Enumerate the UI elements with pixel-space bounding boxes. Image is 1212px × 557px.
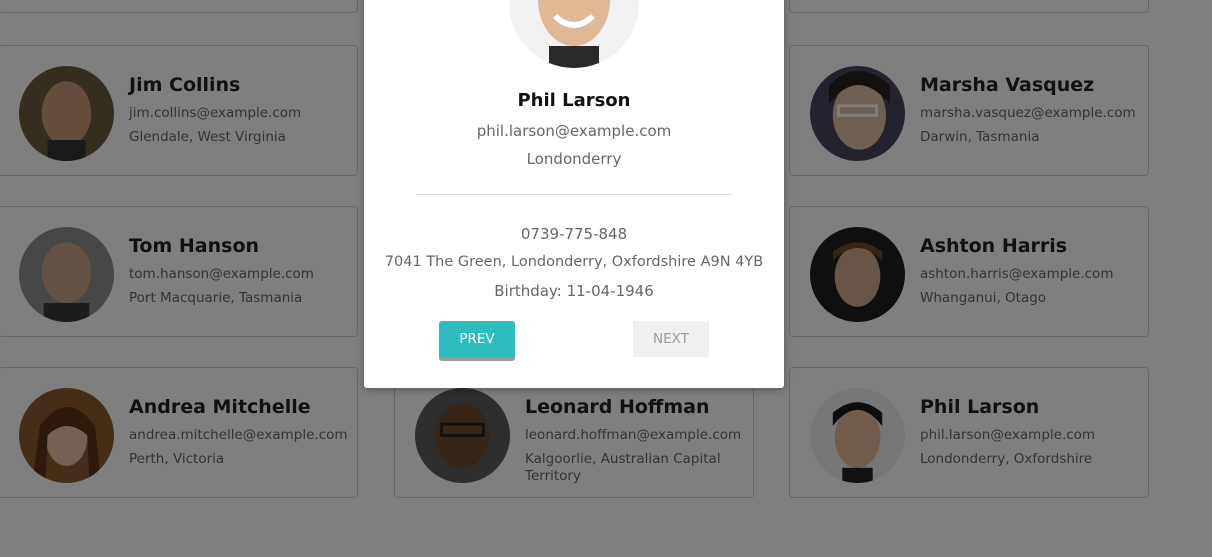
modal-avatar bbox=[509, 0, 639, 68]
modal-name: Phil Larson bbox=[517, 90, 631, 111]
modal-address: 7041 The Green, Londonderry, Oxfordshire… bbox=[384, 254, 764, 270]
employee-directory-page: Jim Collins jim.collins@example.com Glen… bbox=[0, 0, 1212, 557]
modal-phone: 0739-775-848 bbox=[520, 225, 628, 243]
prev-button[interactable]: PREV bbox=[439, 321, 515, 357]
modal-divider bbox=[416, 194, 732, 195]
next-button[interactable]: NEXT bbox=[633, 321, 709, 357]
employee-detail-modal: Phil Larson phil.larson@example.com Lond… bbox=[364, 0, 784, 388]
modal-city: Londonderry bbox=[526, 150, 622, 168]
modal-birthday: Birthday: 11-04-1946 bbox=[494, 282, 654, 300]
modal-email: phil.larson@example.com bbox=[476, 122, 672, 140]
